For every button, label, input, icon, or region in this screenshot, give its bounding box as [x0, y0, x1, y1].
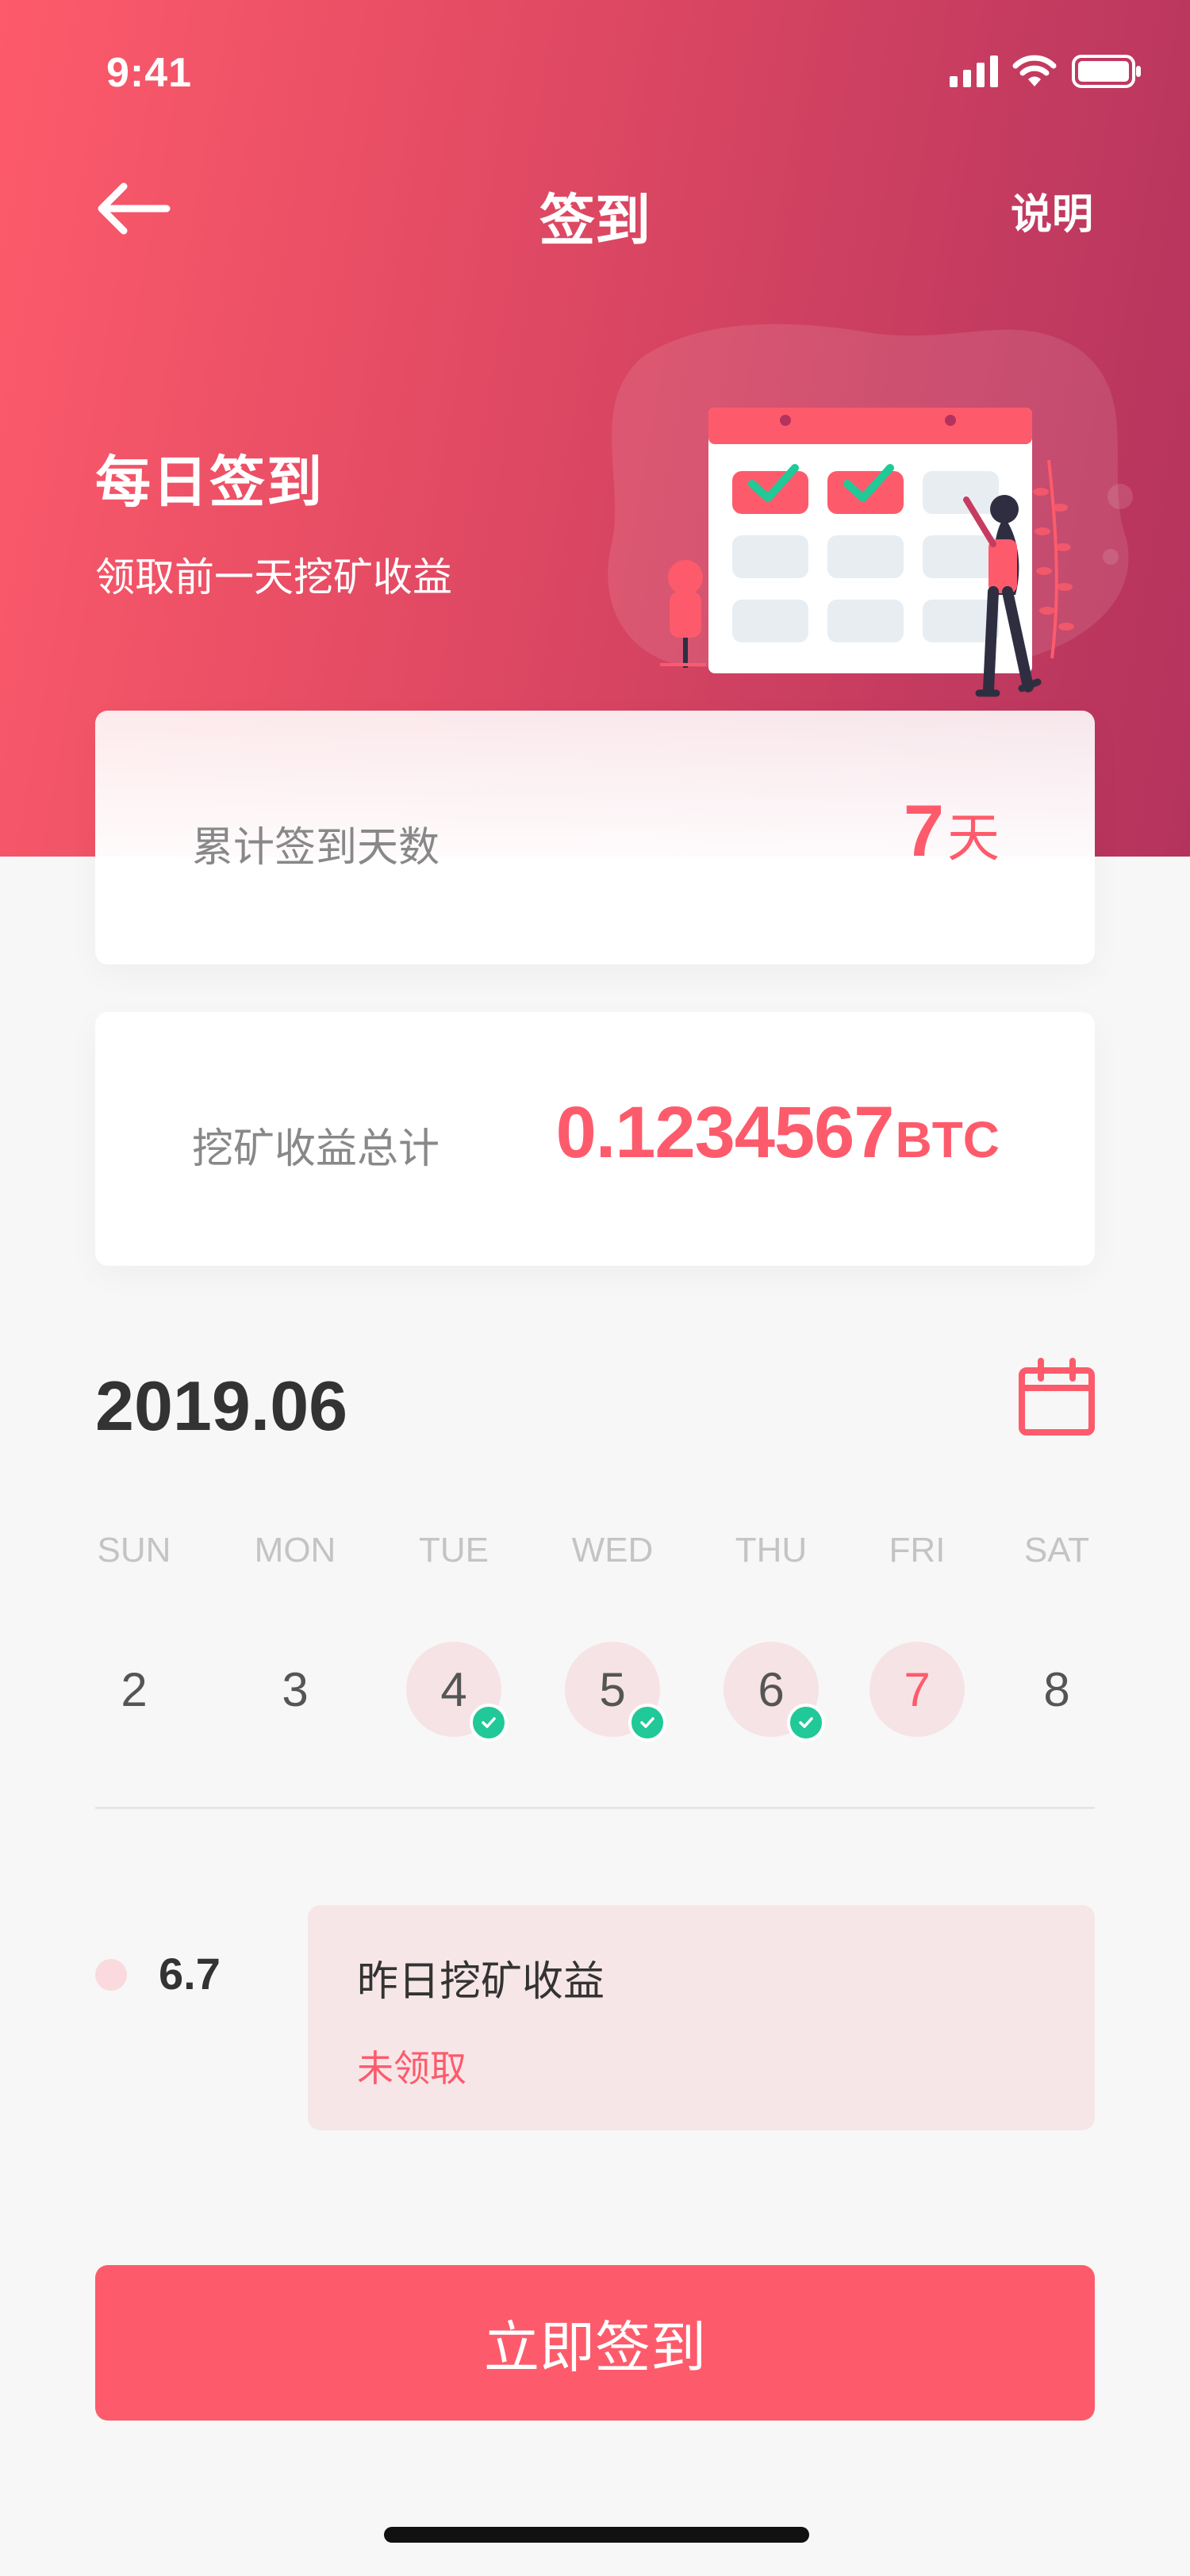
record-title: 昨日挖矿收益 — [357, 1959, 605, 2005]
hero-title: 每日签到 — [95, 451, 324, 513]
weekday-label: THU — [735, 1531, 808, 1570]
signal-icon — [950, 56, 998, 87]
calendar-month: 2019.06 — [95, 1367, 348, 1445]
weekday-header: SUN MON TUE WED THU FRI SAT — [0, 1531, 1190, 1578]
check-icon — [787, 1704, 825, 1742]
record-dot — [95, 1959, 127, 1991]
cumulative-days-label: 累计签到天数 — [192, 825, 440, 871]
home-indicator — [384, 2527, 809, 2543]
weekday-label: FRI — [889, 1531, 946, 1570]
calendar-day[interactable]: 2 — [86, 1642, 182, 1737]
calendar-week-row: 2 3 4 5 6 7 8 — [0, 1642, 1190, 1745]
weekday-label: MON — [254, 1531, 336, 1570]
weekday-label: SAT — [1023, 1531, 1090, 1570]
calendar-illustration — [608, 324, 1133, 697]
status-icons — [950, 54, 1142, 89]
divider — [95, 1807, 1095, 1809]
weekday-label: WED — [571, 1531, 654, 1570]
battery-icon — [1072, 55, 1141, 88]
calendar-day[interactable]: 3 — [248, 1642, 343, 1737]
checkin-page: 9:41 签到 说明 每日签到 领取前一天挖矿收益 累计签到天数 7 天 挖矿收… — [0, 0, 1190, 2576]
help-link[interactable]: 说明 — [1011, 181, 1093, 240]
calendar-day-signed[interactable]: 5 — [565, 1642, 666, 1742]
mining-total-value: 0.1234567 BTC — [556, 1091, 1000, 1175]
calendar-icon[interactable] — [1017, 1358, 1096, 1437]
yesterday-earnings-card[interactable]: 昨日挖矿收益 未领取 — [308, 1905, 1095, 2130]
mining-total-label: 挖矿收益总计 — [192, 1126, 440, 1172]
cumulative-days-unit: 天 — [947, 808, 1000, 867]
cumulative-days-value: 7 天 — [904, 790, 1000, 873]
calendar-day-signed[interactable]: 6 — [724, 1642, 825, 1742]
calendar-day-today[interactable]: 7 — [869, 1642, 965, 1737]
status-time: 9:41 — [106, 50, 193, 96]
mining-total-number: 0.1234567 — [555, 1092, 895, 1173]
calendar-day-signed[interactable]: 4 — [406, 1642, 508, 1742]
mining-total-unit: BTC — [895, 1111, 1000, 1168]
mining-total-card: 挖矿收益总计 0.1234567 BTC — [95, 1012, 1095, 1266]
wifi-icon — [1012, 55, 1057, 86]
calendar-day[interactable]: 8 — [1009, 1642, 1104, 1737]
weekday-label: TUE — [419, 1531, 489, 1570]
hero-subtitle: 领取前一天挖矿收益 — [95, 555, 452, 600]
check-icon — [628, 1704, 666, 1742]
cumulative-days-number: 7 — [903, 791, 944, 872]
signin-button[interactable]: 立即签到 — [95, 2265, 1095, 2421]
record-status: 未领取 — [357, 2048, 466, 2089]
weekday-label: SUN — [97, 1531, 171, 1570]
cumulative-days-card: 累计签到天数 7 天 — [95, 711, 1095, 964]
record-date: 6.7 — [159, 1949, 221, 1999]
check-icon — [470, 1704, 508, 1742]
